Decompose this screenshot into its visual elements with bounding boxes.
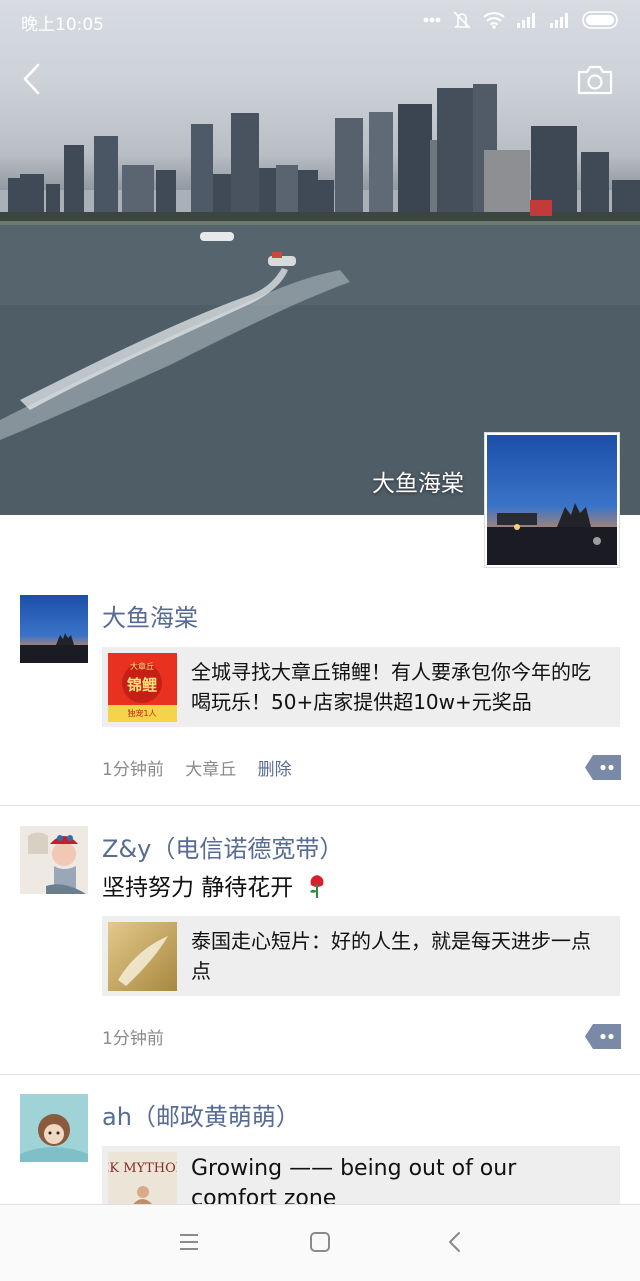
feather-thumbnail-image [108, 922, 177, 991]
link-thumbnail [108, 922, 177, 991]
mute-icon [453, 11, 471, 29]
link-title: Growing —— being out of our comfort zone [191, 1156, 517, 1204]
user-name[interactable]: 大鱼海棠 [102, 598, 198, 633]
cover-user-name: 大鱼海棠 [372, 471, 464, 497]
status-bar: 晚上10:05 [0, 0, 640, 40]
link-title: 泰国走心短片：好的人生，就是每天进步一点点 [191, 929, 591, 983]
user-avatar[interactable] [20, 1094, 88, 1162]
back-icon[interactable] [442, 1229, 468, 1255]
link-title: 全城寻找大章丘锦鲤！有人要承包你今年的吃喝玩乐！50+店家提供超10w+元奖品 [191, 660, 591, 714]
home-icon[interactable] [307, 1229, 333, 1255]
comment-button-icon[interactable] [585, 755, 621, 780]
svg-text:锦鲤: 锦鲤 [127, 676, 157, 694]
post-text: 坚持努力 静待花开 [102, 868, 327, 902]
dusk-street-avatar-image [20, 595, 88, 663]
koi-promo-thumbnail-image: 大章丘 锦鲤 独宠1人 [108, 653, 177, 722]
link-thumbnail: 大章丘 锦鲤 独宠1人 [108, 653, 177, 722]
shared-link-card[interactable]: 大章丘 锦鲤 独宠1人 全城寻找大章丘锦鲤！有人要承包你今年的吃喝玩乐！50+店… [102, 647, 620, 727]
greek-mythology-book-thumbnail-image: GREEK MYTHOLOGY [108, 1152, 177, 1204]
delete-button[interactable]: 删除 [258, 760, 292, 780]
battery-icon [582, 11, 618, 29]
system-navigation-bar [0, 1204, 640, 1281]
menu-icon[interactable] [176, 1229, 202, 1255]
back-arrow-icon[interactable] [18, 60, 48, 98]
user-name[interactable]: Z&y（电信诺德宽带） [102, 829, 343, 864]
dusk-street-avatar-image [487, 435, 617, 565]
shared-link-card[interactable]: 泰国走心短片：好的人生，就是每天进步一点点 [102, 916, 620, 996]
post-text-content: 坚持努力 静待花开 [102, 875, 294, 901]
shared-link-card[interactable]: GREEK MYTHOLOGY Growing —— being out of … [102, 1146, 620, 1204]
moment-post: ah（邮政黄萌萌） GREEK MYTHOLOGY Growing —— bei… [0, 1094, 640, 1204]
signal-icon [550, 13, 568, 28]
camera-icon[interactable] [576, 64, 614, 96]
status-time: 晚上10:05 [21, 15, 104, 35]
profile-avatar[interactable] [484, 432, 620, 568]
svg-text:独宠1人: 独宠1人 [127, 708, 156, 718]
user-avatar[interactable] [20, 826, 88, 894]
signal-icon [517, 13, 535, 28]
moment-post: Z&y（电信诺德宽带） 坚持努力 静待花开 泰国走心短片：好的人生，就是每天进步… [0, 826, 640, 1049]
comment-button-icon[interactable] [585, 1024, 621, 1049]
post-meta: 1分钟前 [102, 1024, 180, 1049]
link-thumbnail: GREEK MYTHOLOGY [108, 1152, 177, 1204]
post-divider [0, 1074, 640, 1075]
wifi-icon [483, 12, 505, 29]
post-location[interactable]: 大章丘 [185, 760, 236, 780]
cartoon-avatar-image [20, 1094, 88, 1162]
opera-figure-avatar-image [20, 826, 88, 894]
svg-text:大章丘: 大章丘 [130, 661, 154, 671]
rose-emoji-icon [309, 875, 324, 898]
user-avatar[interactable] [20, 595, 88, 663]
post-divider [0, 805, 640, 806]
user-name[interactable]: ah（邮政黄萌萌） [102, 1097, 300, 1132]
svg-text:GREEK MYTHOLOGY: GREEK MYTHOLOGY [108, 1161, 177, 1176]
post-time: 1分钟前 [102, 760, 164, 780]
more-dots-icon [423, 17, 441, 23]
post-time: 1分钟前 [102, 1029, 164, 1049]
post-meta: 1分钟前 大章丘 删除 [102, 755, 308, 780]
moment-post: 大鱼海棠 大章丘 锦鲤 独宠1人 全城寻找大章丘锦鲤！有人要承包你今年的吃喝玩乐… [0, 595, 640, 805]
